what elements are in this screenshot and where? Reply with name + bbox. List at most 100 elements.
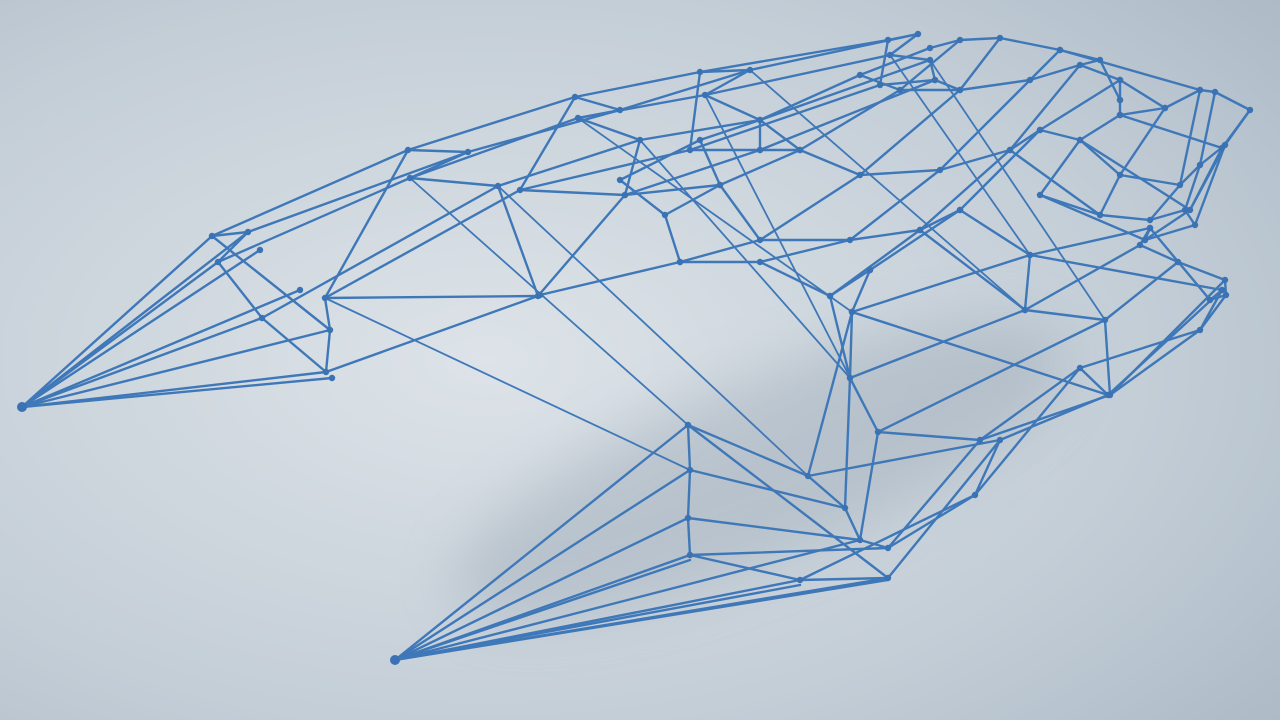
wireframe-render	[0, 0, 1280, 720]
wire-node	[856, 536, 864, 544]
wire-node	[846, 236, 854, 244]
wire-node	[326, 326, 334, 334]
wire-node	[1036, 126, 1044, 134]
wire-node	[1076, 61, 1084, 69]
wire-node	[1026, 251, 1034, 259]
wire-node	[214, 258, 222, 266]
wire-node	[1196, 161, 1204, 169]
wire-node	[916, 226, 924, 234]
wire-node	[926, 44, 934, 52]
wire-node	[686, 146, 694, 154]
render-viewport	[0, 0, 1280, 720]
wire-node	[328, 374, 336, 382]
wire-node	[1101, 316, 1109, 324]
wire-node	[1076, 136, 1084, 144]
wire-node	[956, 206, 964, 214]
wire-node	[17, 402, 27, 412]
wire-node	[1181, 206, 1189, 214]
wire-node	[616, 176, 624, 184]
wire-node	[494, 182, 502, 190]
wire-node	[296, 286, 304, 294]
wire-node	[1136, 241, 1144, 249]
wire-node	[1146, 216, 1154, 224]
wire-node	[884, 574, 892, 582]
wire-node	[826, 292, 834, 300]
wire-node	[686, 551, 694, 559]
wire-node	[1096, 211, 1104, 219]
wire-node	[244, 228, 252, 236]
wire-node	[390, 655, 400, 665]
wire-node	[1161, 104, 1169, 112]
wire-node	[756, 116, 764, 124]
wire-node	[956, 36, 964, 44]
wire-node	[1116, 96, 1124, 104]
wire-node	[404, 146, 412, 154]
wire-node	[866, 266, 874, 274]
wire-node	[756, 236, 764, 244]
wire-node	[1206, 296, 1214, 304]
wire-node	[926, 56, 934, 64]
wire-node	[886, 51, 894, 59]
wire-node	[516, 186, 524, 194]
wire-node	[621, 191, 629, 199]
wire-node	[931, 76, 939, 84]
wire-node	[746, 66, 754, 74]
wire-node	[796, 146, 804, 154]
wire-node	[796, 576, 804, 584]
wire-node	[884, 36, 892, 44]
wire-node	[1176, 181, 1184, 189]
wire-node	[256, 246, 264, 254]
wire-node	[1116, 76, 1124, 84]
wire-node	[874, 428, 882, 436]
wire-node	[686, 466, 694, 474]
wire-node	[258, 314, 266, 322]
wire-node	[848, 308, 856, 316]
wire-node	[684, 421, 692, 429]
wire-node	[536, 291, 544, 299]
wire-node	[1106, 391, 1114, 399]
wire-node	[696, 68, 704, 76]
wire-node	[696, 136, 704, 144]
wire-node	[616, 106, 624, 114]
wire-node	[804, 472, 812, 480]
wire-node	[856, 171, 864, 179]
wire-node	[1211, 88, 1219, 96]
wire-node	[636, 136, 644, 144]
wire-node	[1141, 236, 1149, 244]
wire-node	[846, 374, 854, 382]
wire-node	[1191, 221, 1199, 229]
wire-node	[1116, 171, 1124, 179]
wire-node	[756, 146, 764, 154]
wire-node	[1174, 258, 1182, 266]
wire-node	[716, 181, 724, 189]
wire-node	[1221, 141, 1229, 149]
wire-node	[1021, 306, 1029, 314]
wire-node	[701, 91, 709, 99]
wire-node	[756, 258, 764, 266]
wire-node	[996, 436, 1004, 444]
wire-node	[321, 294, 329, 302]
wire-node	[1036, 191, 1044, 199]
wire-node	[1076, 364, 1084, 372]
wire-node	[571, 93, 579, 101]
wire-node	[956, 86, 964, 94]
wire-node	[1246, 106, 1254, 114]
wire-node	[1196, 326, 1204, 334]
wire-node	[1116, 111, 1124, 119]
wire-node	[464, 148, 472, 156]
wire-node	[676, 258, 684, 266]
wire-node	[914, 30, 922, 38]
wire-node	[1146, 224, 1154, 232]
wire-node	[1056, 46, 1064, 54]
wire-node	[976, 436, 984, 444]
wire-node	[1221, 276, 1229, 284]
wire-node	[208, 232, 216, 240]
wire-node	[406, 174, 414, 182]
wire-node	[1196, 86, 1204, 94]
wire-node	[1222, 291, 1230, 299]
wire-node	[896, 86, 904, 94]
wire-node	[884, 544, 892, 552]
wire-node	[1026, 76, 1034, 84]
wire-node	[876, 81, 884, 89]
wire-node	[971, 491, 979, 499]
